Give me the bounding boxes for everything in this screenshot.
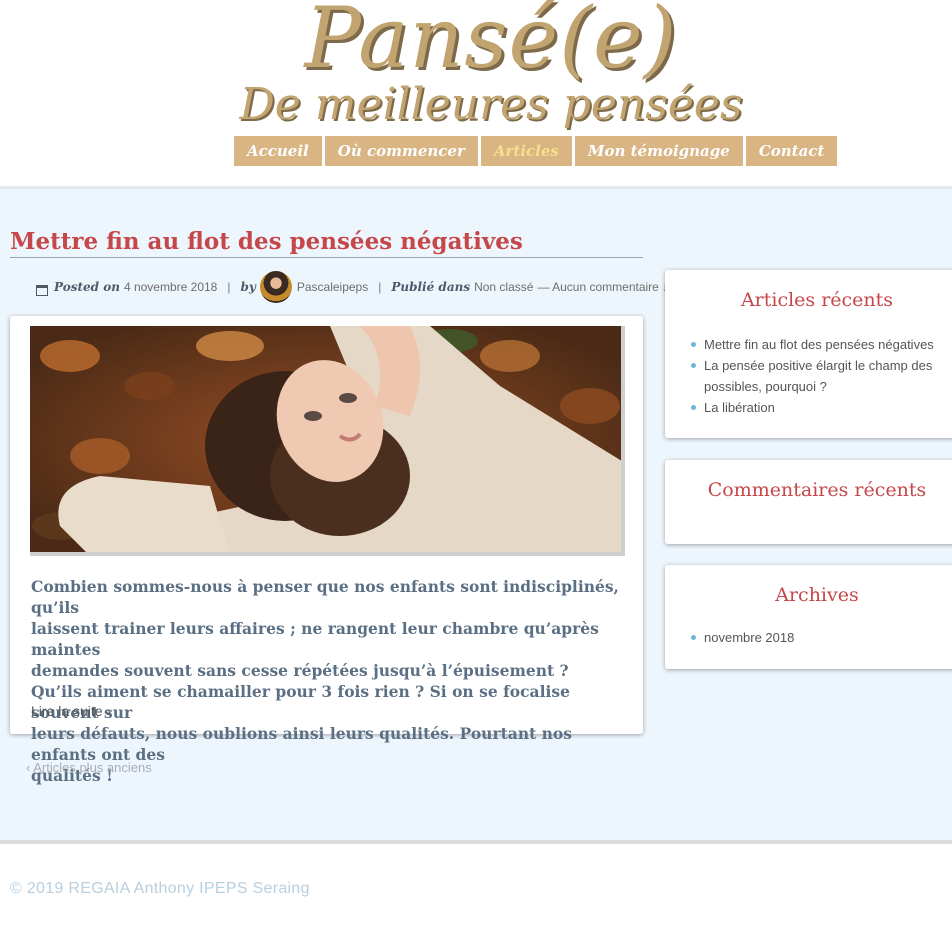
list-item: La libération — [689, 397, 949, 418]
widget-recent-comments: Commentaires récents — [665, 460, 952, 544]
post-card: Combien sommes-nous à penser que nos enf… — [10, 316, 643, 785]
author-link[interactable]: Pascaleipeps — [297, 280, 368, 294]
widget-title-recent-comments: Commentaires récents — [707, 479, 927, 501]
by-label: by — [240, 280, 256, 294]
archive-link[interactable]: novembre 2018 — [704, 630, 794, 645]
nav-item-ou-commencer[interactable]: Où commencer — [324, 136, 478, 166]
nav-item-accueil[interactable]: Accueil — [234, 136, 322, 166]
list-item: novembre 2018 — [689, 627, 949, 648]
site-logo-subtitle: De meilleures pensées — [239, 79, 743, 130]
widget-title-archives: Archives — [775, 584, 859, 606]
excerpt-line: laissent trainer leurs affaires ; ne ran… — [31, 619, 599, 659]
widget-archives: Archives novembre 2018 — [665, 565, 952, 669]
post-featured-image[interactable] — [30, 326, 625, 556]
recent-post-link[interactable]: La pensée positive élargit le champ des … — [704, 358, 932, 394]
footer-copyright: © 2019 REGAIA Anthony IPEPS Seraing — [10, 880, 310, 897]
excerpt-line: leurs défauts, nous oublions ainsi leurs… — [31, 724, 572, 764]
meta-divider: | — [227, 280, 231, 294]
posted-on-label: Posted on — [54, 280, 120, 294]
recent-post-link[interactable]: Mettre fin au flot des pensées négatives — [704, 337, 934, 352]
post-date-link[interactable]: 4 novembre 2018 — [124, 280, 217, 294]
recent-posts-list: Mettre fin au flot des pensées négatives… — [689, 334, 949, 418]
excerpt-line: demandes souvent sans cesse répétées jus… — [31, 661, 569, 680]
meta-divider: | — [378, 280, 382, 294]
list-item: La pensée positive élargit le champ des … — [689, 355, 949, 397]
nav-item-articles[interactable]: Articles — [480, 136, 572, 166]
comments-link[interactable]: — Aucun commentaire ↓ — [537, 280, 668, 294]
published-in-label: Publié dans — [391, 280, 471, 294]
nav-item-contact[interactable]: Contact — [745, 136, 838, 166]
excerpt-line: Qu’ils aiment se chamailler pour 3 fois … — [31, 682, 570, 722]
author-avatar[interactable] — [259, 271, 292, 303]
widget-title-recent-posts: Articles récents — [740, 289, 894, 311]
recent-post-link[interactable]: La libération — [704, 400, 775, 415]
widget-recent-posts: Articles récents Mettre fin au flot des … — [665, 270, 952, 438]
site-header: Pansé(e) De meilleures pensées Accueil O… — [0, 0, 952, 186]
calendar-icon — [36, 284, 48, 296]
post-excerpt: Combien sommes-nous à penser que nos enf… — [31, 576, 626, 786]
category-link[interactable]: Non classé — [474, 280, 533, 294]
archives-list: novembre 2018 — [689, 627, 949, 648]
post-meta: Posted on 4 novembre 2018 | by Pascaleip… — [36, 271, 668, 303]
post-title[interactable]: Mettre fin au flot des pensées négatives — [10, 228, 643, 258]
older-posts-link[interactable]: ‹ Articles plus anciens — [26, 760, 152, 775]
site-logo-title[interactable]: Pansé(e) — [0, 0, 952, 88]
list-item: Mettre fin au flot des pensées négatives — [689, 334, 949, 355]
excerpt-line: Combien sommes-nous à penser que nos enf… — [31, 577, 619, 617]
read-more-link[interactable]: Lire la suite › — [31, 703, 111, 719]
main-navigation: Accueil Où commencer Articles Mon témoig… — [234, 136, 838, 166]
nav-item-mon-temoignage[interactable]: Mon témoignage — [574, 136, 743, 166]
